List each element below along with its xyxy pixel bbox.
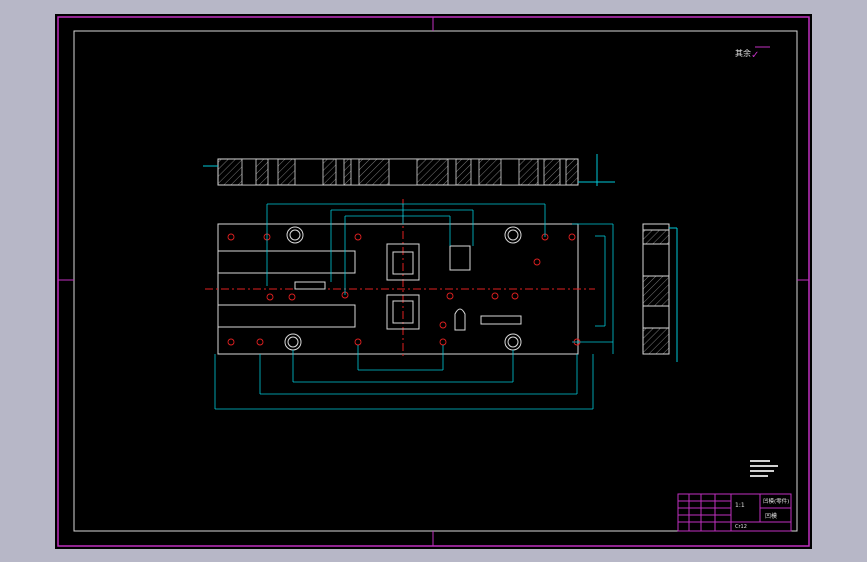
roughness-symbol: ✓ bbox=[751, 50, 759, 61]
roughness-note: 其余 ✓ bbox=[735, 46, 770, 61]
cad-drawing: 其余 ✓ 1:1 凹模(零件) 凹模 Cr12 bbox=[57, 16, 810, 547]
drawing-sheet: 其余 ✓ 1:1 凹模(零件) 凹模 Cr12 bbox=[55, 14, 812, 549]
roughness-label: 其余 bbox=[735, 48, 751, 58]
side-view bbox=[642, 223, 678, 362]
cad-viewport[interactable]: 其余 ✓ 1:1 凹模(零件) 凹模 Cr12 bbox=[0, 0, 867, 562]
technical-notes bbox=[750, 460, 778, 477]
title-block: 1:1 凹模(零件) 凹模 Cr12 bbox=[677, 493, 792, 532]
sheet-border bbox=[57, 16, 810, 547]
section-view-top bbox=[203, 154, 615, 186]
plan-view bbox=[205, 199, 614, 410]
title-name: 凹模 bbox=[765, 512, 777, 520]
title-scale: 1:1 bbox=[735, 502, 745, 509]
title-drawing-number: 凹模(零件) bbox=[763, 497, 789, 505]
title-material: Cr12 bbox=[735, 524, 747, 530]
